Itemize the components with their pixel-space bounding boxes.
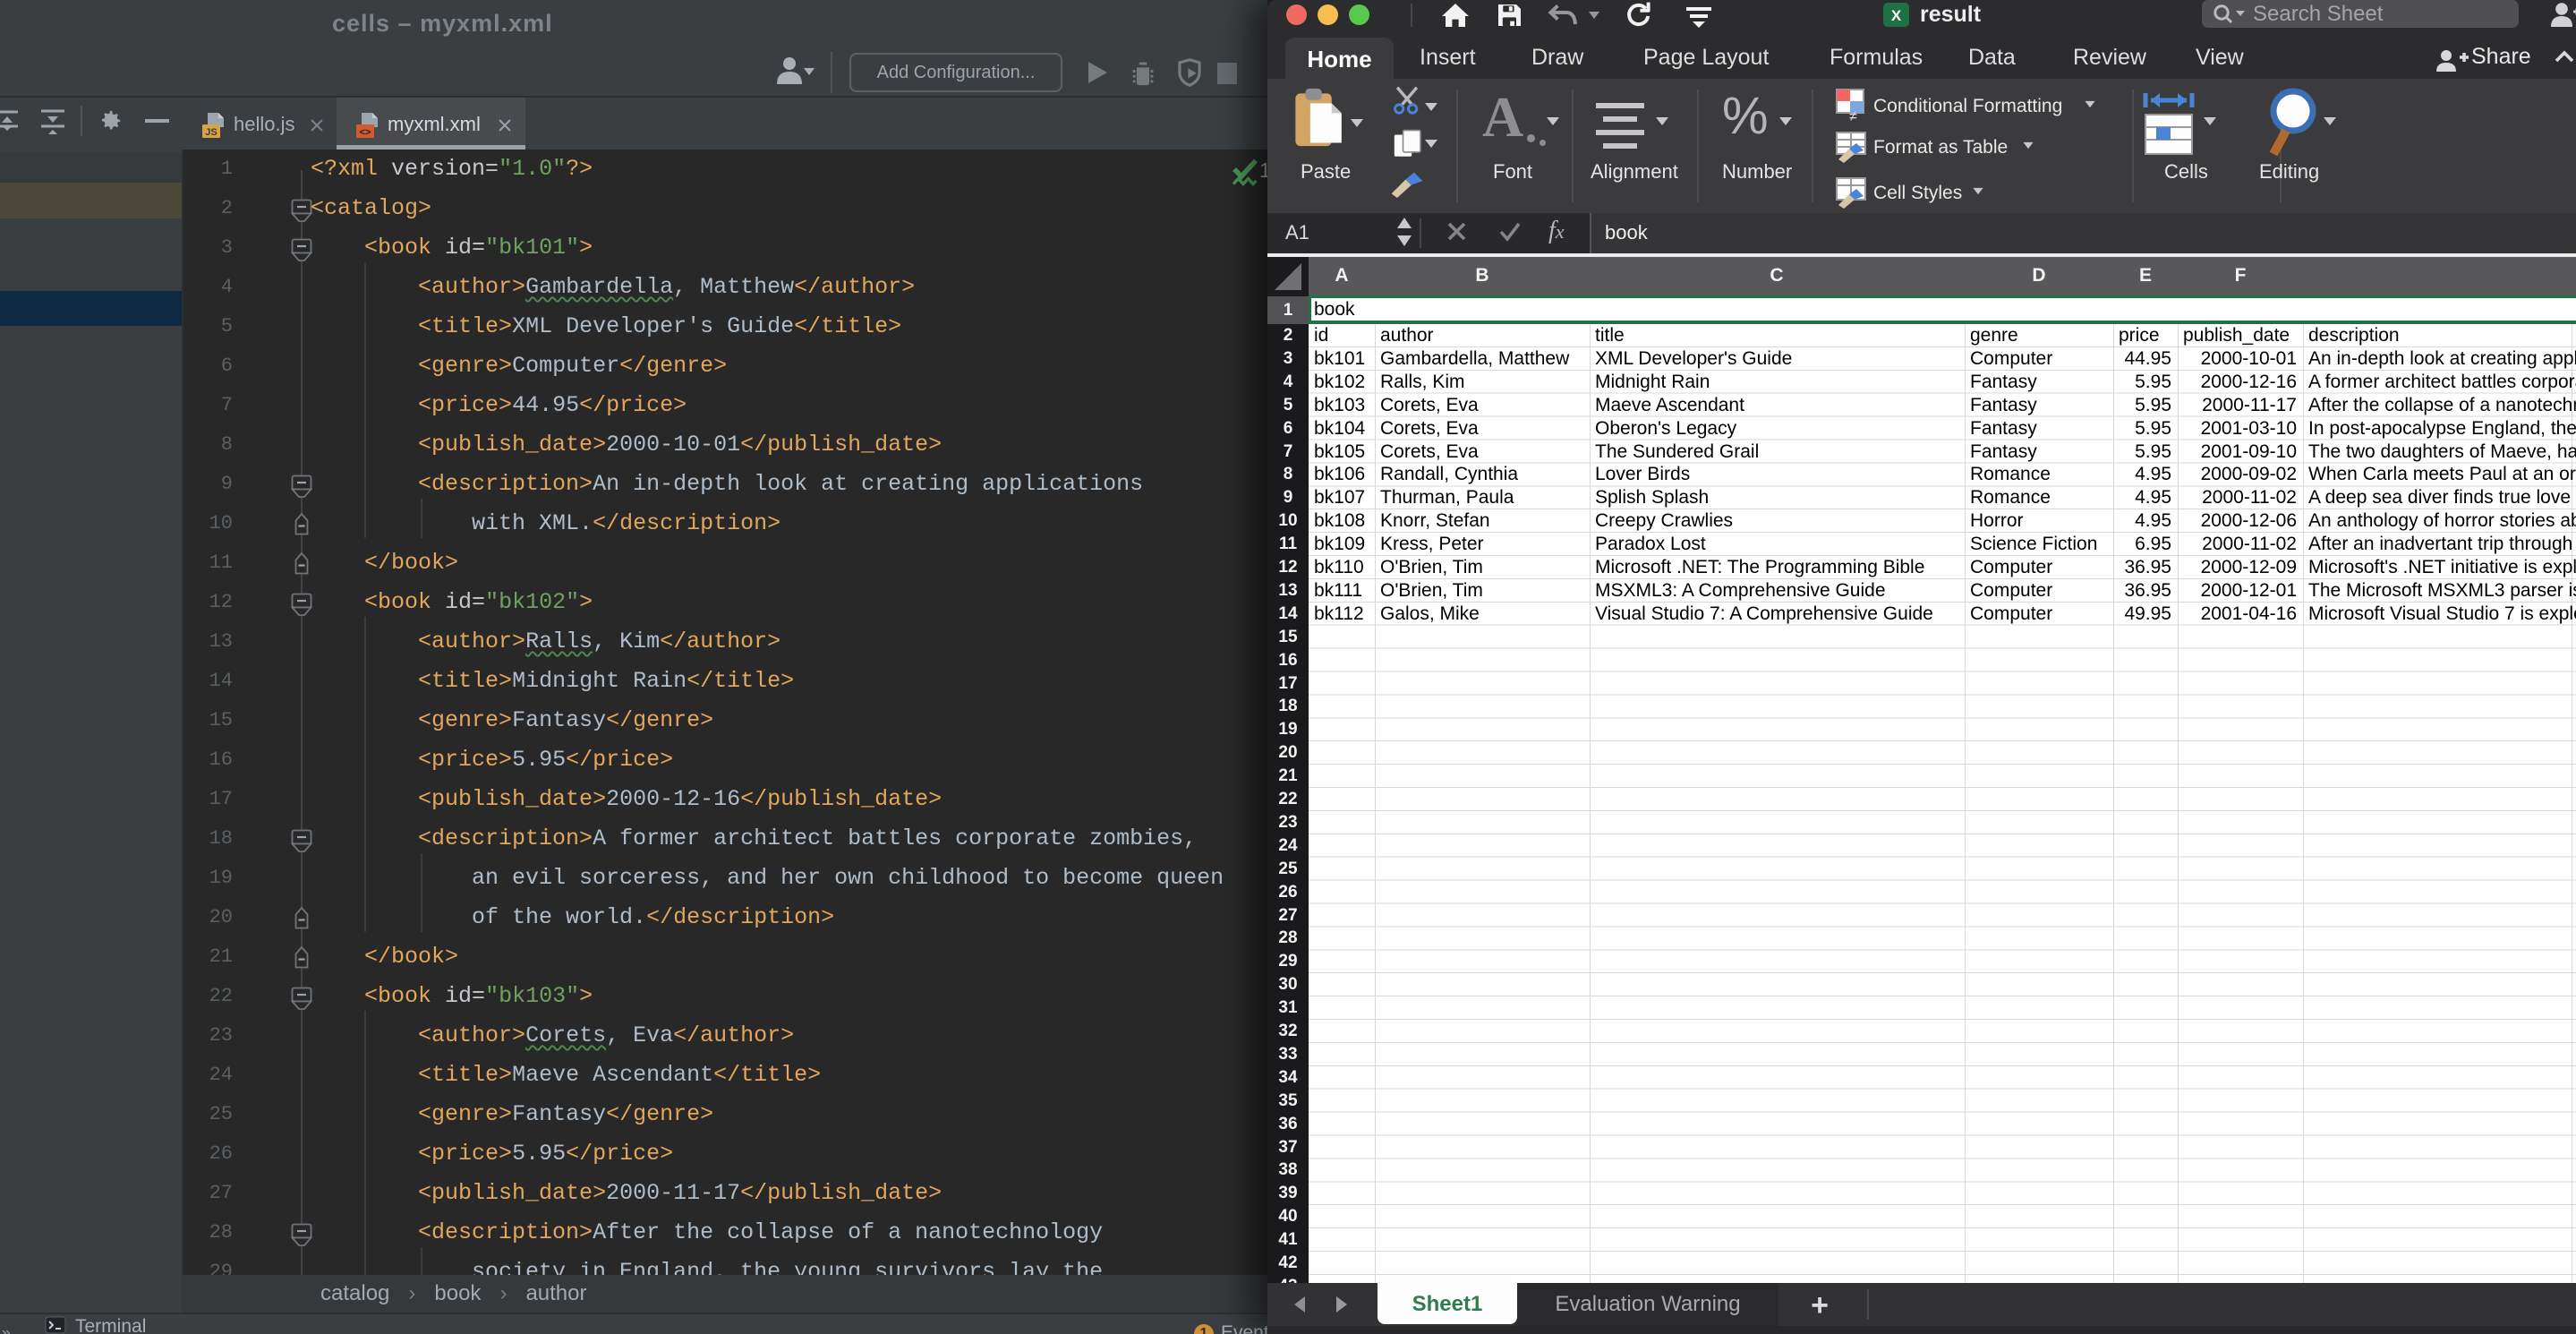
svg-text:<>: <> (360, 127, 371, 138)
svg-text:≠: ≠ (1849, 109, 1857, 122)
svg-text:X: X (1891, 7, 1902, 24)
svg-text:JS: JS (205, 127, 217, 138)
